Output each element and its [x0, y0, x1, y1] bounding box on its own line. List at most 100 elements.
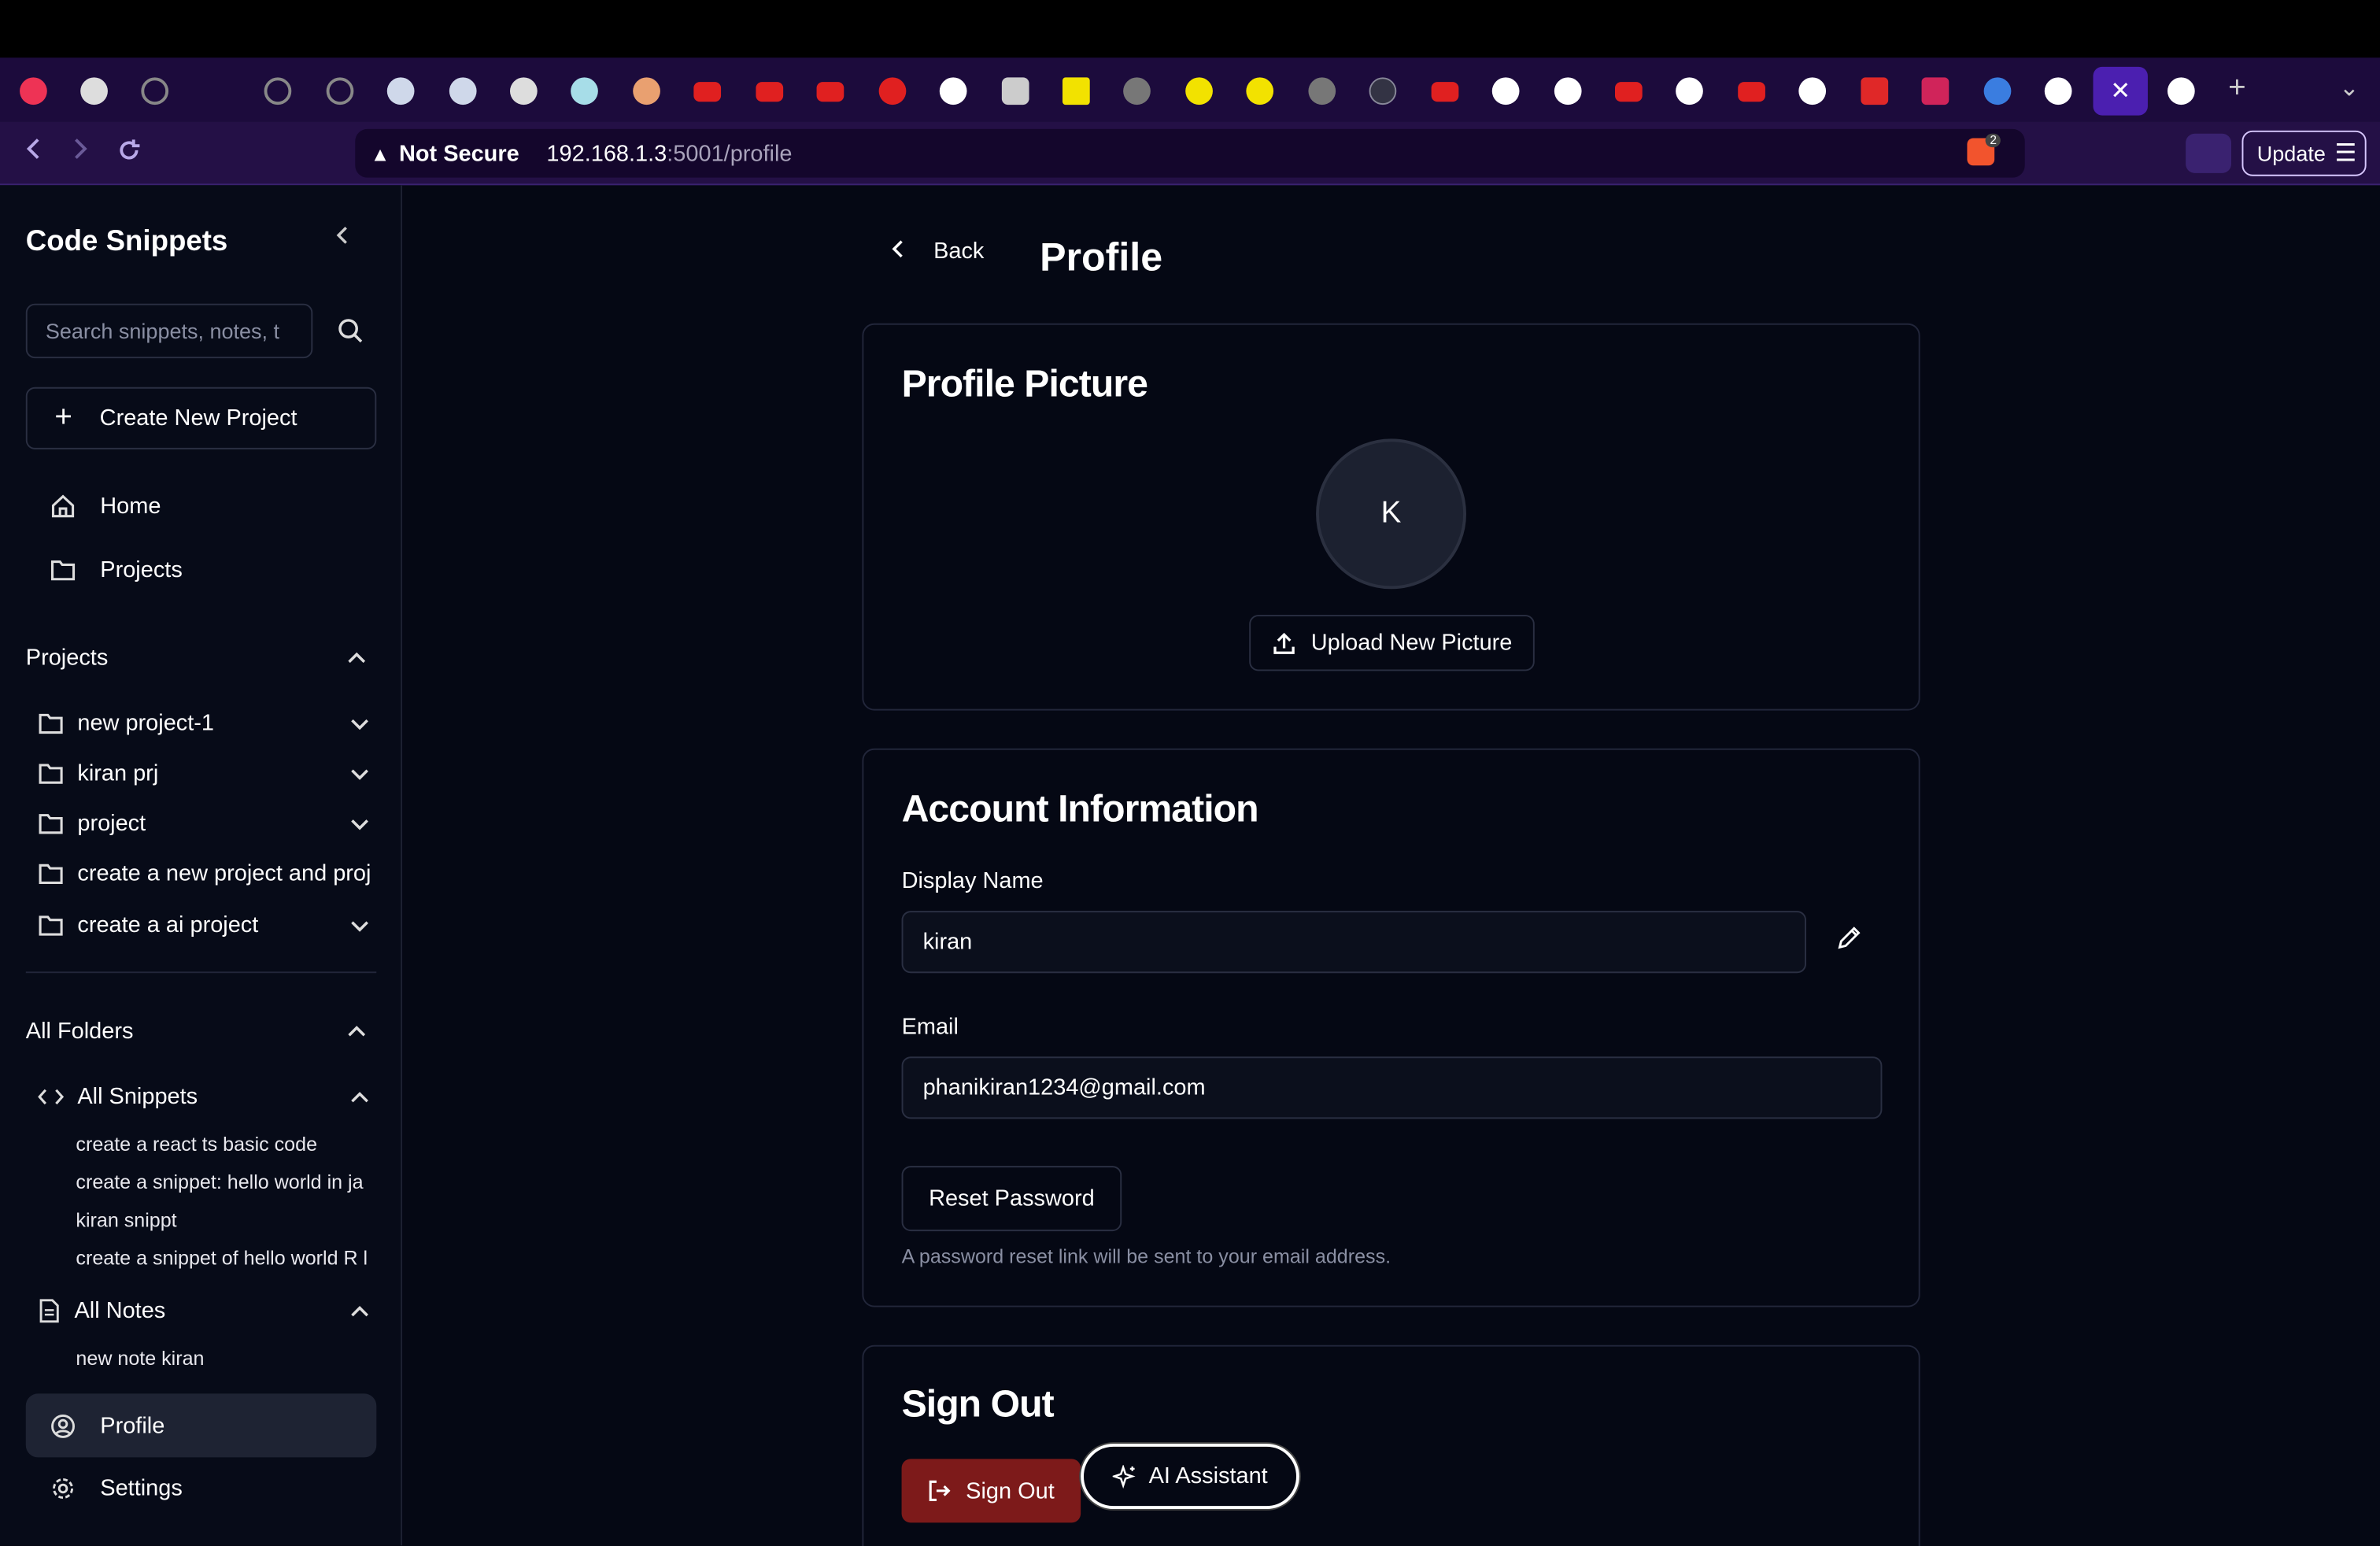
search-icon[interactable]: [337, 317, 364, 345]
tab-favicon-icon[interactable]: [1921, 77, 1949, 105]
system-top-bar: [0, 0, 2380, 58]
tab-google-icon[interactable]: [939, 77, 967, 105]
tab-youtube-icon[interactable]: [878, 77, 907, 105]
pencil-icon[interactable]: [1835, 924, 1863, 959]
update-button[interactable]: Update ☰: [2241, 130, 2367, 176]
reset-hint: A password reset link will be sent to yo…: [901, 1245, 1391, 1268]
tab-youtube-icon[interactable]: [1614, 82, 1643, 102]
tab-youtube-icon[interactable]: [816, 82, 844, 102]
wallet-icon[interactable]: [2186, 133, 2231, 173]
url-bar[interactable]: ▲ Not Secure 192.168.1.3:5001/profile: [355, 128, 2025, 178]
snippet-item[interactable]: create a snippet: hello world in ja: [76, 1171, 376, 1193]
forward-nav-icon[interactable]: [70, 137, 91, 168]
tab-favicon-icon[interactable]: [1123, 77, 1151, 105]
tab-google-icon[interactable]: [1554, 77, 1582, 105]
ai-assistant-button[interactable]: AI Assistant: [1081, 1444, 1299, 1509]
tab-wordpress-icon[interactable]: [386, 77, 415, 105]
sign-out-button[interactable]: Sign Out: [901, 1459, 1081, 1523]
display-name-field[interactable]: [901, 911, 1806, 974]
tab-loading-icon[interactable]: [264, 77, 292, 105]
project-item[interactable]: create a new project and proj: [38, 860, 371, 886]
tab-favicon-icon[interactable]: [509, 77, 538, 105]
tab-favicon-icon[interactable]: [1983, 77, 2012, 105]
user-circle-icon: [51, 1413, 75, 1437]
active-tab-close-button[interactable]: ✕: [2093, 66, 2148, 116]
tab-google-icon[interactable]: [2167, 77, 2195, 105]
new-tab-button[interactable]: +: [2228, 72, 2246, 106]
tab-google-icon[interactable]: [1798, 77, 1827, 105]
snippet-item[interactable]: kiran snippt: [76, 1208, 376, 1231]
chevron-up-icon[interactable]: [350, 1084, 371, 1110]
code-icon: [38, 1089, 64, 1105]
project-item[interactable]: project: [38, 811, 371, 837]
tab-favicon-icon[interactable]: [571, 77, 598, 105]
sidebar-item-projects[interactable]: Projects: [26, 539, 376, 600]
reload-icon[interactable]: [116, 137, 143, 172]
tab-favicon-icon[interactable]: [1308, 77, 1336, 105]
project-item[interactable]: new project-1: [38, 710, 371, 737]
gear-icon: [53, 1477, 74, 1499]
tab-favicon-icon[interactable]: [633, 77, 660, 105]
tab-loading-icon[interactable]: [326, 77, 354, 105]
sidebar-divider: [25, 971, 377, 974]
reset-password-button[interactable]: Reset Password: [901, 1166, 1122, 1232]
sidebar-item-label: Projects: [100, 556, 183, 583]
sidebar-item-settings[interactable]: Settings: [26, 1457, 376, 1518]
tab-youtube-icon[interactable]: [756, 82, 784, 102]
folder-icon: [39, 864, 63, 885]
upload-label: Upload New Picture: [1310, 630, 1513, 656]
create-project-button[interactable]: + Create New Project: [25, 386, 377, 449]
chevron-down-icon[interactable]: [350, 912, 371, 938]
tab-github-icon[interactable]: [2044, 77, 2072, 105]
chevron-down-icon[interactable]: [350, 711, 371, 737]
email-field[interactable]: [901, 1056, 1883, 1119]
projects-heading: Projects: [25, 645, 109, 671]
collapse-sidebar-icon[interactable]: [334, 224, 352, 253]
tab-loading-icon[interactable]: [141, 77, 169, 105]
upload-picture-button[interactable]: Upload New Picture: [1249, 615, 1535, 671]
back-nav-icon[interactable]: [23, 137, 44, 168]
all-notes-item[interactable]: All Notes: [38, 1298, 371, 1324]
snippet-item[interactable]: create a snippet of hello world R l: [76, 1246, 376, 1269]
tab-wordpress-icon[interactable]: [449, 77, 477, 105]
folder-icon: [39, 764, 63, 784]
tab-youtube-icon[interactable]: [1738, 82, 1765, 102]
account-info-card: Account Information Display Name Email R…: [862, 748, 1920, 1307]
tab-google-icon[interactable]: [1491, 77, 1520, 105]
tab-favicon-icon[interactable]: [1185, 77, 1213, 105]
all-snippets-item[interactable]: All Snippets: [38, 1084, 371, 1110]
projects-section-header[interactable]: Projects: [26, 645, 368, 671]
tab-favicon-icon[interactable]: [20, 77, 47, 105]
tab-favicon-icon[interactable]: [1062, 77, 1090, 105]
snippet-item[interactable]: create a react ts basic code: [76, 1133, 376, 1156]
display-name-label: Display Name: [901, 868, 1044, 894]
back-button[interactable]: Back: [891, 239, 984, 264]
all-folders-header[interactable]: All Folders: [26, 1019, 368, 1045]
chevron-down-icon[interactable]: [350, 811, 371, 837]
sidebar-item-profile[interactable]: Profile: [25, 1393, 377, 1458]
tab-youtube-icon[interactable]: [1431, 82, 1459, 102]
card-title: Profile Picture: [901, 362, 1148, 405]
tab-favicon-icon[interactable]: [1246, 77, 1274, 105]
card-title: Sign Out: [901, 1382, 1055, 1426]
all-notes-label: All Notes: [74, 1297, 166, 1324]
search-input[interactable]: [25, 303, 313, 359]
tab-google-icon[interactable]: [1676, 77, 1703, 105]
plus-icon: +: [54, 401, 72, 435]
tab-youtube-icon[interactable]: [693, 82, 722, 102]
chevron-down-icon[interactable]: [350, 760, 371, 786]
sidebar-item-home[interactable]: Home: [26, 475, 376, 536]
project-item[interactable]: kiran prj: [38, 760, 371, 786]
project-label: new project-1: [77, 710, 215, 737]
tab-list-chevron-icon[interactable]: ⌄: [2339, 73, 2360, 104]
tab-favicon-icon[interactable]: [1001, 77, 1029, 105]
app-title: Code Snippets: [25, 226, 228, 258]
note-item[interactable]: new note kiran: [76, 1347, 376, 1370]
tab-favicon-icon[interactable]: [80, 77, 108, 105]
tab-favicon-icon[interactable]: [1369, 77, 1397, 105]
sparkles-icon: [1112, 1464, 1136, 1489]
chevron-up-icon[interactable]: [350, 1298, 371, 1324]
chevron-up-icon: [346, 1019, 368, 1045]
tab-download-icon[interactable]: [1861, 77, 1889, 105]
project-item[interactable]: create a ai project: [38, 912, 371, 938]
